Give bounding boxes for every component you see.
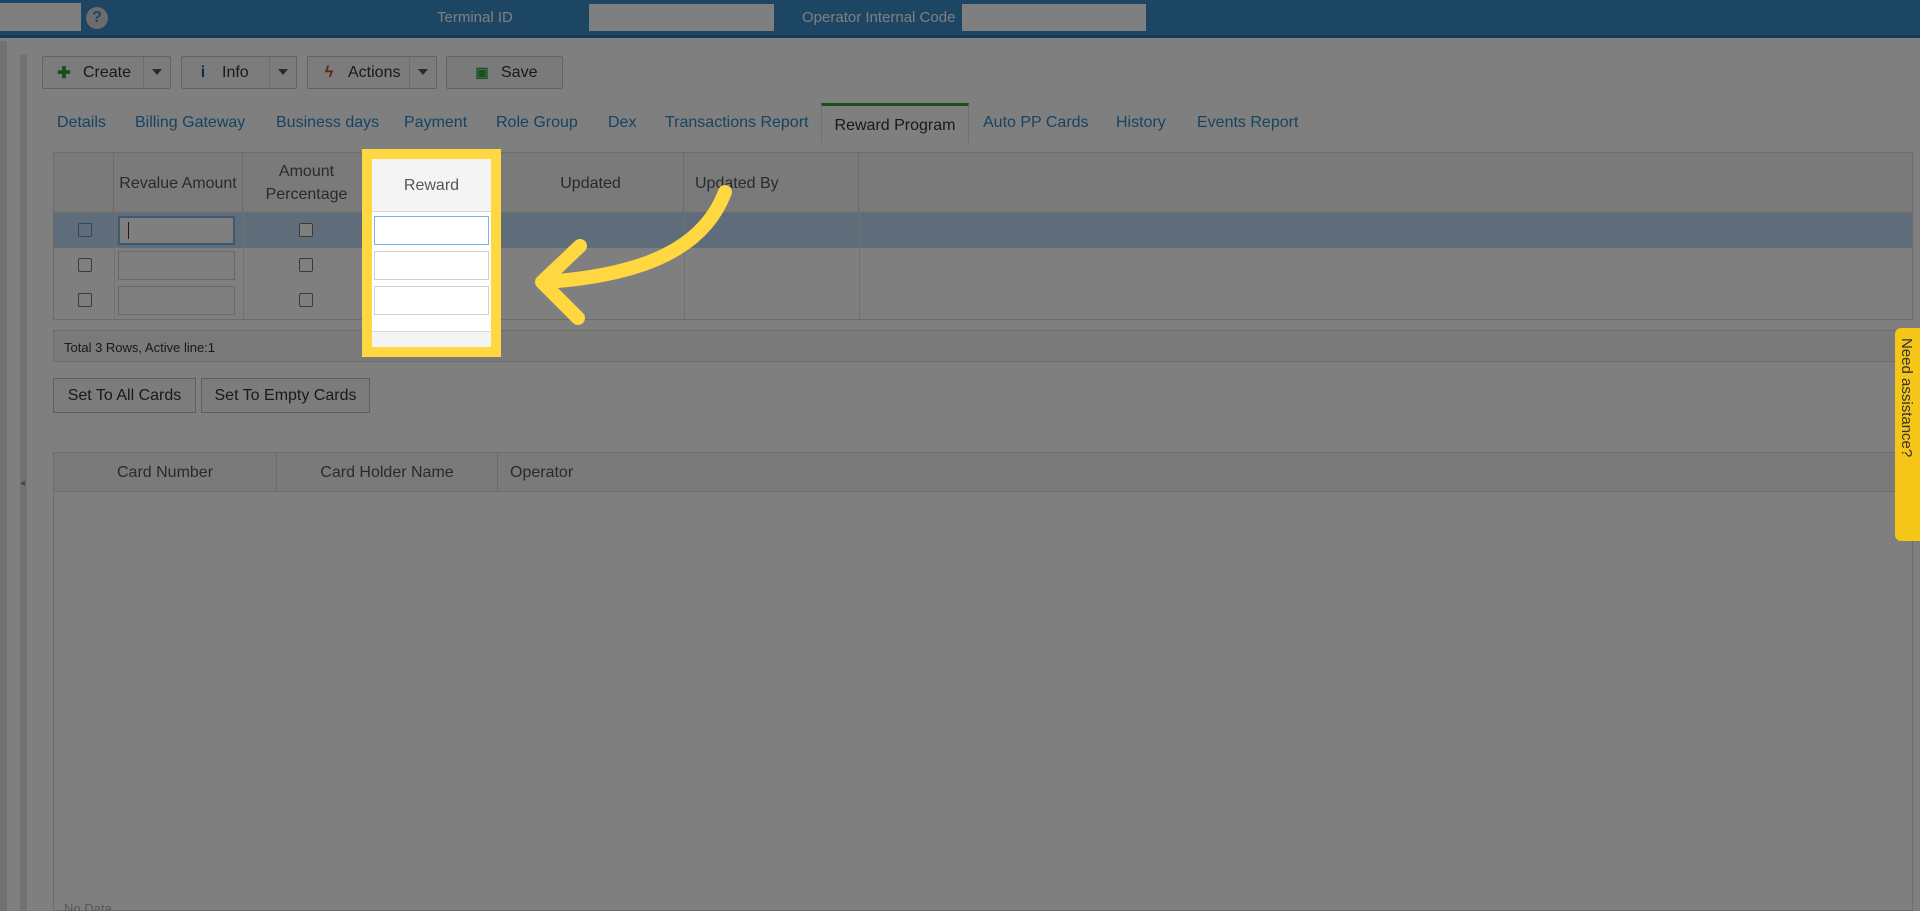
tab-billing-gateway[interactable]: Billing Gateway xyxy=(135,114,245,132)
chevron-down-icon[interactable] xyxy=(418,69,428,75)
operator-code-label: Operator Internal Code xyxy=(802,9,956,26)
help-icon[interactable]: ? xyxy=(86,7,108,29)
tab-history[interactable]: History xyxy=(1116,114,1166,132)
set-to-empty-cards-button[interactable]: Set To Empty Cards xyxy=(201,378,370,413)
text-cursor xyxy=(128,222,129,239)
chevron-down-icon[interactable] xyxy=(278,69,288,75)
actions-button[interactable]: ϟ Actions xyxy=(307,56,437,89)
info-label: Info xyxy=(222,63,249,81)
info-icon: i xyxy=(200,63,206,81)
tab-role-group[interactable]: Role Group xyxy=(496,114,578,132)
create-button[interactable]: ✚ Create xyxy=(42,56,171,89)
tab-dex[interactable]: Dex xyxy=(608,114,636,132)
reward-input[interactable] xyxy=(374,216,489,245)
row-select-checkbox[interactable] xyxy=(78,293,92,307)
need-assistance-label: Need assistance? xyxy=(1898,338,1915,458)
info-separator xyxy=(269,57,270,88)
row-select-checkbox[interactable] xyxy=(78,258,92,272)
left-rail xyxy=(0,41,7,911)
plus-icon: ✚ xyxy=(57,64,71,82)
terminal-id-label: Terminal ID xyxy=(437,9,513,26)
tab-details[interactable]: Details xyxy=(57,114,106,132)
tab-reward-program-label: Reward Program xyxy=(834,117,956,134)
save-icon: ▣ xyxy=(475,64,489,80)
amount-percentage-checkbox[interactable] xyxy=(299,258,313,272)
save-label: Save xyxy=(501,63,538,81)
table-row[interactable] xyxy=(54,283,1912,318)
cards-grid-header: Card Number Card Holder Name Operator xyxy=(54,453,1912,492)
reward-column-highlight: Reward xyxy=(372,159,491,347)
reward-input[interactable] xyxy=(374,286,489,315)
column-divider xyxy=(243,213,244,319)
operator-code-field[interactable] xyxy=(962,4,1146,31)
set-to-all-cards-button[interactable]: Set To All Cards xyxy=(53,378,196,413)
create-label: Create xyxy=(83,63,132,81)
table-row[interactable] xyxy=(54,213,1912,248)
column-card-holder-name[interactable]: Card Holder Name xyxy=(277,453,498,492)
tab-events-report[interactable]: Events Report xyxy=(1197,114,1298,132)
column-operator[interactable]: Operator xyxy=(498,453,898,492)
revalue-amount-input[interactable] xyxy=(118,216,235,245)
chevron-down-icon[interactable] xyxy=(152,69,162,75)
tab-business-days[interactable]: Business days xyxy=(276,114,379,132)
top-header-bar: ? Terminal ID Operator Internal Code xyxy=(0,0,1920,38)
lightning-icon: ϟ xyxy=(324,63,334,81)
row-select-checkbox[interactable] xyxy=(78,223,92,237)
arrow-icon xyxy=(535,185,732,325)
column-divider xyxy=(114,213,115,319)
select-column-header xyxy=(54,153,114,213)
revalue-amount-input[interactable] xyxy=(118,286,235,315)
tab-transactions-report[interactable]: Transactions Report xyxy=(665,114,808,132)
reward-grid: Revalue Amount Amount Percentage Reward … xyxy=(53,152,1913,320)
reward-grid-status: Total 3 Rows, Active line:1 xyxy=(53,330,1913,362)
reward-column-header[interactable]: Reward xyxy=(372,159,491,212)
column-card-number[interactable]: Card Number xyxy=(54,453,277,492)
header-left-field[interactable] xyxy=(0,3,81,31)
table-row[interactable] xyxy=(54,248,1912,283)
tab-auto-pp-cards[interactable]: Auto PP Cards xyxy=(983,114,1089,132)
actions-separator xyxy=(409,57,410,88)
reward-grid-header: Revalue Amount Amount Percentage Reward … xyxy=(54,153,1912,213)
tab-payment[interactable]: Payment xyxy=(404,114,467,132)
collapse-arrow-icon[interactable]: ◂ xyxy=(20,478,25,489)
column-divider xyxy=(859,213,860,319)
actions-label: Actions xyxy=(348,63,401,81)
tab-reward-program[interactable]: Reward Program xyxy=(821,103,969,143)
column-revalue-amount[interactable]: Revalue Amount xyxy=(114,153,243,213)
info-button[interactable]: i Info xyxy=(181,56,297,89)
need-assistance-tab[interactable]: Need assistance? xyxy=(1895,328,1920,541)
amount-percentage-checkbox[interactable] xyxy=(299,223,313,237)
column-amount-percentage[interactable]: Amount Percentage xyxy=(243,153,371,213)
no-data-text: No Data xyxy=(64,901,112,911)
amount-percentage-checkbox[interactable] xyxy=(299,293,313,307)
cards-grid: Card Number Card Holder Name Operator No… xyxy=(53,452,1913,911)
reward-column-footer xyxy=(372,331,491,347)
create-separator xyxy=(143,57,144,88)
save-button[interactable]: ▣ Save xyxy=(446,56,563,89)
reward-input[interactable] xyxy=(374,251,489,280)
revalue-amount-input[interactable] xyxy=(118,251,235,280)
terminal-id-field[interactable] xyxy=(589,4,774,31)
